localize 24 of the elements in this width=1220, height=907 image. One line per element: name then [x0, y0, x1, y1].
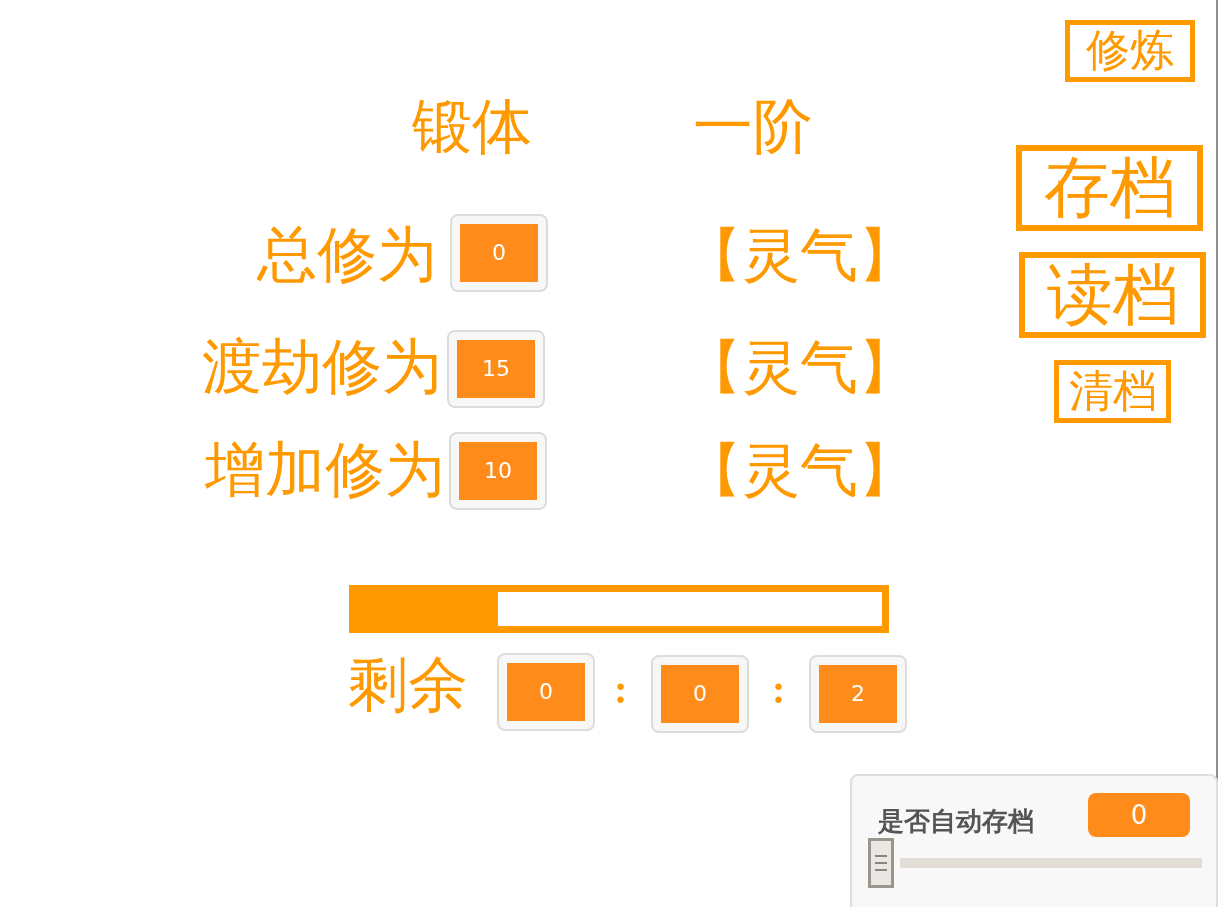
monitor-value: 0 [507, 663, 585, 721]
monitor-value: 10 [459, 442, 537, 500]
monitor-value: 15 [457, 340, 535, 398]
colon: : [772, 670, 786, 710]
unit-label: 【灵气】 [684, 442, 916, 500]
timer-label: 剩余 [348, 655, 468, 715]
sprite-button[interactable]: 存档 [1016, 145, 1203, 231]
monitor-value: 2 [819, 665, 897, 723]
unit-label: 【灵气】 [684, 227, 916, 285]
stat-label: 渡劫修为 [201, 337, 442, 397]
stat-label: 总修为 [255, 225, 437, 285]
sprite-button[interactable]: 读档 [1019, 252, 1206, 338]
monitor-label: 是否自动存档 [878, 805, 1034, 838]
sprite-button[interactable]: 修炼 [1065, 20, 1195, 82]
sprite-button[interactable]: 清档 [1054, 360, 1171, 423]
stat-label: 增加修为 [204, 440, 445, 500]
monitor-value: 0 [661, 665, 739, 723]
monitor-value: 0 [1088, 793, 1190, 837]
monitor-value: 0 [460, 224, 538, 282]
slider-thumb[interactable] [868, 838, 894, 888]
stage-title: 锻体 [412, 97, 532, 157]
unit-label: 【灵气】 [684, 339, 916, 397]
colon: : [614, 670, 628, 710]
stage-title: 一阶 [693, 97, 813, 157]
